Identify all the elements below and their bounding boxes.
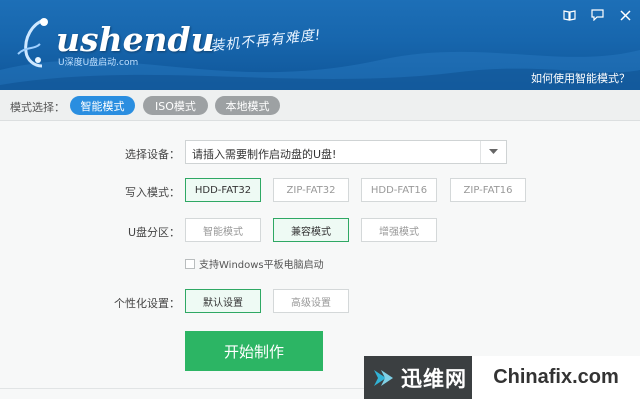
write-option-hdd-fat32[interactable]: HDD-FAT32 bbox=[185, 178, 261, 202]
write-mode-label: 写入模式： bbox=[125, 186, 180, 199]
watermark-left-text: 迅维网 bbox=[401, 366, 467, 391]
write-option-zip-fat16[interactable]: ZIP-FAT16 bbox=[450, 178, 526, 202]
tablet-boot-checkbox[interactable] bbox=[185, 258, 195, 269]
window-controls bbox=[562, 8, 632, 22]
personal-option-default[interactable]: 默认设置 bbox=[185, 289, 261, 313]
logo-icon bbox=[17, 18, 48, 68]
tablet-boot-option[interactable]: 支持Windows平板电脑启动 bbox=[185, 256, 324, 271]
logo-wordmark: ushendu bbox=[56, 20, 215, 59]
watermark: 迅维网 Chinafix.com bbox=[364, 356, 640, 399]
start-button[interactable]: 开始制作 bbox=[185, 331, 323, 371]
personal-option-advanced[interactable]: 高级设置 bbox=[273, 289, 349, 313]
partition-label: U盘分区： bbox=[127, 226, 180, 239]
device-label: 选择设备： bbox=[125, 148, 180, 161]
partition-option-smart[interactable]: 智能模式 bbox=[185, 218, 261, 242]
book-icon[interactable] bbox=[562, 8, 576, 22]
watermark-right: Chinafix.com bbox=[472, 356, 640, 399]
mode-selection-label: 模式选择： bbox=[10, 101, 65, 114]
partition-option-compatible[interactable]: 兼容模式 bbox=[273, 218, 349, 242]
logo-subtext: U深度U盘启动.com bbox=[58, 58, 139, 68]
write-option-hdd-fat16[interactable]: HDD-FAT16 bbox=[361, 178, 437, 202]
close-icon[interactable] bbox=[618, 8, 632, 22]
header-banner: ushendu U深度U盘启动.com 装机不再有难度! 如何使用智能模式？ bbox=[0, 0, 640, 90]
arrow-logo-icon bbox=[374, 369, 393, 386]
write-option-zip-fat32[interactable]: ZIP-FAT32 bbox=[273, 178, 349, 202]
tab-iso-mode[interactable]: ISO模式 bbox=[143, 96, 208, 115]
mode-selection-bar: 模式选择： 智能模式 ISO模式 本地模式 bbox=[0, 90, 640, 121]
message-icon[interactable] bbox=[590, 8, 604, 22]
device-select[interactable]: 请插入需要制作启动盘的U盘! bbox=[185, 140, 507, 164]
partition-option-enhanced[interactable]: 增强模式 bbox=[361, 218, 437, 242]
watermark-right-text: Chinafix.com bbox=[493, 366, 619, 388]
personalization-label: 个性化设置： bbox=[114, 297, 180, 310]
help-link[interactable]: 如何使用智能模式？ bbox=[531, 70, 630, 86]
tablet-boot-label: 支持Windows平板电脑启动 bbox=[199, 260, 324, 271]
tab-local-mode[interactable]: 本地模式 bbox=[215, 96, 280, 115]
watermark-left: 迅维网 bbox=[364, 356, 472, 399]
device-select-value: 请插入需要制作启动盘的U盘! bbox=[192, 148, 337, 161]
tab-smart-mode[interactable]: 智能模式 bbox=[70, 96, 135, 115]
chevron-down-icon[interactable] bbox=[480, 141, 506, 163]
